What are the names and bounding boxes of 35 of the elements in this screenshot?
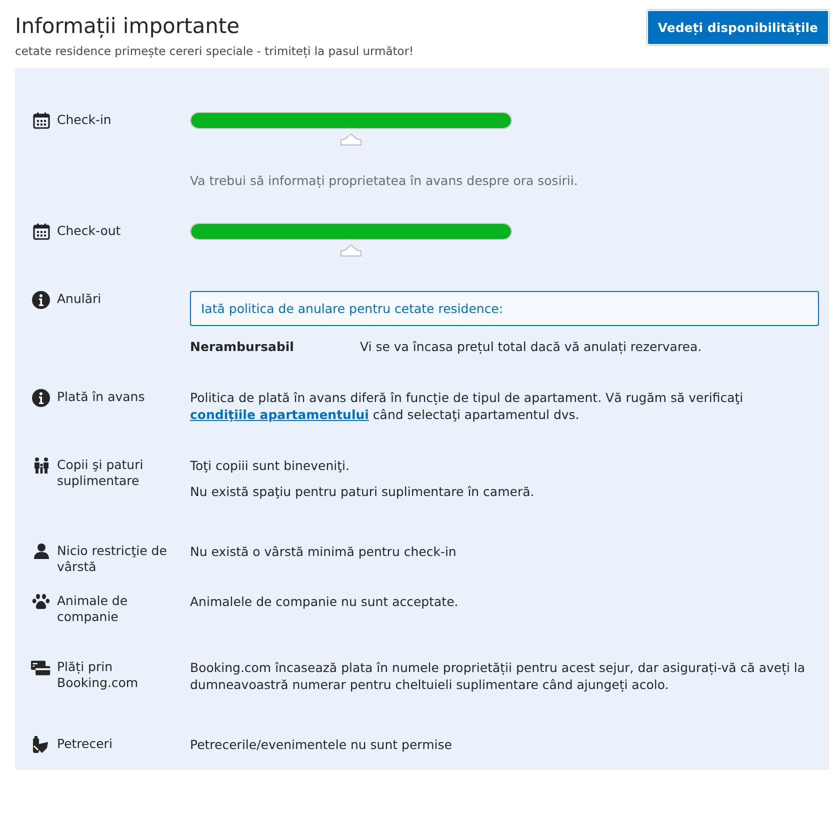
paw-icon bbox=[32, 593, 50, 610]
rule-label: Check-out bbox=[57, 223, 121, 239]
note-text: Va trebui să informați proprietatea în avans despre ora sosirii. bbox=[190, 172, 579, 189]
person-icon bbox=[32, 543, 50, 560]
policy-name: Nerambursabil bbox=[190, 338, 295, 355]
rule-label: Plăți prin Booking.com bbox=[57, 659, 140, 691]
subtitle-text: cetate residence primește cereri speciale - trimiteți la pasul următor! bbox=[15, 44, 414, 58]
paragraph-text: Nu există spaţiu pentru paturi suplimentare în cameră. bbox=[190, 483, 536, 500]
conditions-link[interactable]: condiţiile apartamentului bbox=[190, 407, 369, 422]
pointer-icon bbox=[340, 244, 362, 257]
info-icon bbox=[32, 389, 50, 407]
rule-label: Anulări bbox=[57, 291, 102, 307]
cards-icon bbox=[31, 659, 51, 677]
rule-label: Animale de companie bbox=[57, 593, 129, 625]
rule-label: Plată în avans bbox=[57, 389, 145, 405]
availability-button[interactable]: Vedeți disponibilitățile bbox=[646, 10, 829, 45]
rule-label: Petreceri bbox=[57, 736, 112, 752]
paragraph-text: Nu există o vârstă minimă pentru check-in bbox=[190, 543, 458, 560]
paragraph-text: Animalele de companie nu sunt acceptate. bbox=[190, 593, 460, 610]
paragraph-text: Booking.com încasează plata în numele proprietății pentru acest sejur, dar asigurați-vă că aveți la dumneavoastră numerar pentru cheltuieli suplimentare când ajungeți acolo. bbox=[190, 659, 806, 693]
rule-label: Check-in bbox=[57, 112, 112, 128]
calendar-icon bbox=[32, 112, 50, 129]
paragraph-text: Politica de plată în avans diferă în funcție de tipul de apartament. Vă rugăm să verificaţi condiţiile apartamentului când selectaţi apartamentul dvs. bbox=[190, 389, 744, 423]
calendar-icon bbox=[32, 223, 50, 240]
rule-label: Copii şi paturi suplimentare bbox=[57, 457, 144, 489]
rule-label: Nicio restricţie de vârstă bbox=[57, 543, 168, 575]
info-icon bbox=[32, 291, 50, 309]
party-icon bbox=[32, 736, 50, 755]
family-icon bbox=[32, 457, 50, 474]
policy-text: Vi se va încasa prețul total dacă vă anulați rezervarea. bbox=[360, 338, 702, 355]
policy-banner: Iată politica de anulare pentru cetate residence: bbox=[190, 291, 819, 326]
paragraph-text: Toţi copiii sunt bineveniţi. bbox=[190, 457, 350, 474]
pointer-icon bbox=[340, 133, 362, 146]
paragraph-text: Petrecerile/evenimentele nu sunt permise bbox=[190, 736, 453, 753]
page-title: Informații importante bbox=[15, 14, 241, 38]
